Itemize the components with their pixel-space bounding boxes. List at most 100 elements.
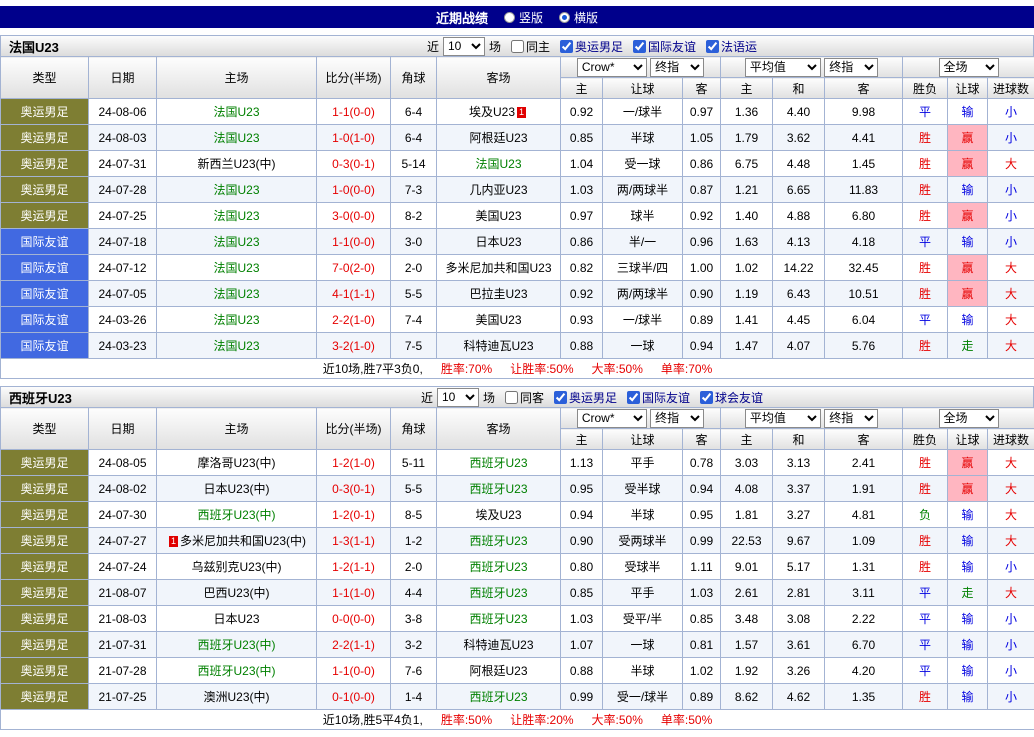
checkbox-label: 同主 xyxy=(526,38,550,55)
checkbox-input[interactable] xyxy=(554,391,567,404)
odds-handicap: 一球 xyxy=(603,632,683,658)
odds-away: 0.81 xyxy=(683,632,721,658)
red-card-badge: 1 xyxy=(517,107,526,118)
match-count-select[interactable]: 10 xyxy=(443,37,485,56)
match-date: 24-08-02 xyxy=(89,476,157,502)
home-team: 摩洛哥U23(中) xyxy=(157,450,317,476)
avg-stage-select[interactable]: 终指 xyxy=(824,409,878,428)
odds-company-select[interactable]: Crow* xyxy=(577,58,647,77)
odds-away: 0.96 xyxy=(683,229,721,255)
avg-type-select[interactable]: 平均值 xyxy=(745,409,821,428)
odds-stage-select[interactable]: 终指 xyxy=(650,409,704,428)
filter-checkbox-3[interactable]: 法语运 xyxy=(706,38,757,55)
away-team: 几内亚U23 xyxy=(437,177,561,203)
result-goals: 小 xyxy=(988,125,1034,151)
team-label: 法国U23 xyxy=(213,183,259,197)
odds-handicap: 两/两球半 xyxy=(603,177,683,203)
filter-bar: 近 10 场 同主奥运男足国际友谊法语运 xyxy=(151,37,1033,56)
odds-away: 0.87 xyxy=(683,177,721,203)
match-type: 奥运男足 xyxy=(1,125,89,151)
games-label: 场 xyxy=(489,38,501,55)
view-option-vertical[interactable]: 竖版 xyxy=(504,9,543,26)
odds-away: 0.94 xyxy=(683,333,721,359)
checkbox-input[interactable] xyxy=(700,391,713,404)
result-handicap: 赢 xyxy=(948,151,988,177)
checkbox-input[interactable] xyxy=(511,40,524,53)
corners: 2-0 xyxy=(391,554,437,580)
avg-draw: 4.07 xyxy=(773,333,825,359)
odds-group-header: Crow* 终指 xyxy=(561,408,721,429)
checkbox-input[interactable] xyxy=(560,40,573,53)
away-team: 美国U23 xyxy=(437,203,561,229)
summary-stat: 大率:50% xyxy=(592,362,643,376)
home-team: 乌兹别克U23(中) xyxy=(157,554,317,580)
avg-stage-select[interactable]: 终指 xyxy=(824,58,878,77)
odds-stage-select[interactable]: 终指 xyxy=(650,58,704,77)
result-winloss: 胜 xyxy=(903,281,948,307)
col-avg-draw: 和 xyxy=(773,429,825,450)
odds-handicap: 两/两球半 xyxy=(603,281,683,307)
scope-select[interactable]: 全场 xyxy=(939,409,999,428)
corners: 5-5 xyxy=(391,281,437,307)
result-winloss: 胜 xyxy=(903,684,948,710)
filter-checkbox-1[interactable]: 奥运男足 xyxy=(554,389,617,406)
col-score: 比分(半场) xyxy=(317,408,391,450)
filter-checkbox-3[interactable]: 球会友谊 xyxy=(700,389,763,406)
avg-home: 1.41 xyxy=(721,307,773,333)
result-goals: 小 xyxy=(988,229,1034,255)
avg-type-select[interactable]: 平均值 xyxy=(745,58,821,77)
filter-checkbox-1[interactable]: 奥运男足 xyxy=(560,38,623,55)
match-date: 24-07-30 xyxy=(89,502,157,528)
summary-stat: 单率:50% xyxy=(661,713,712,727)
odds-away: 0.78 xyxy=(683,450,721,476)
odds-company-select[interactable]: Crow* xyxy=(577,409,647,428)
result-handicap: 输 xyxy=(948,99,988,125)
score: 0-1(0-0) xyxy=(317,684,391,710)
match-row: 奥运男足21-07-28西班牙U23(中)1-1(0-0)7-6阿根廷U230.… xyxy=(1,658,1034,684)
odds-away: 0.86 xyxy=(683,151,721,177)
team-label: 西班牙U23 xyxy=(469,612,527,626)
match-count-select[interactable]: 10 xyxy=(437,388,479,407)
match-date: 24-03-26 xyxy=(89,307,157,333)
scope-select[interactable]: 全场 xyxy=(939,58,999,77)
avg-away: 1.45 xyxy=(825,151,903,177)
checkbox-input[interactable] xyxy=(633,40,646,53)
result-goals: 大 xyxy=(988,476,1034,502)
match-row: 国际友谊24-07-05法国U234-1(1-1)5-5巴拉圭U230.92两/… xyxy=(1,281,1034,307)
team-label: 埃及U23 xyxy=(469,105,515,119)
match-date: 24-03-23 xyxy=(89,333,157,359)
view-option-horizontal[interactable]: 横版 xyxy=(559,9,598,26)
avg-home: 22.53 xyxy=(721,528,773,554)
home-team: 法国U23 xyxy=(157,333,317,359)
odds-home: 0.90 xyxy=(561,528,603,554)
avg-draw: 3.61 xyxy=(773,632,825,658)
filter-checkbox-0[interactable]: 同客 xyxy=(505,389,544,406)
match-row: 国际友谊24-03-26法国U232-2(1-0)7-4美国U230.93一/球… xyxy=(1,307,1034,333)
filter-checkbox-2[interactable]: 国际友谊 xyxy=(627,389,690,406)
checkbox-input[interactable] xyxy=(505,391,518,404)
filter-checkbox-0[interactable]: 同主 xyxy=(511,38,550,55)
corners: 8-5 xyxy=(391,502,437,528)
avg-draw: 9.67 xyxy=(773,528,825,554)
checkbox-input[interactable] xyxy=(706,40,719,53)
avg-draw: 2.81 xyxy=(773,580,825,606)
result-goals: 小 xyxy=(988,177,1034,203)
checkbox-input[interactable] xyxy=(627,391,640,404)
match-type: 奥运男足 xyxy=(1,151,89,177)
avg-draw: 4.62 xyxy=(773,684,825,710)
avg-draw: 3.26 xyxy=(773,658,825,684)
odds-group-header: Crow* 终指 xyxy=(561,57,721,78)
score: 3-0(0-0) xyxy=(317,203,391,229)
section-header: 法国U23 近 10 场 同主奥运男足国际友谊法语运 xyxy=(0,35,1034,56)
odds-away: 0.99 xyxy=(683,528,721,554)
odds-away: 0.90 xyxy=(683,281,721,307)
odds-handicap: 一球 xyxy=(603,333,683,359)
result-winloss: 平 xyxy=(903,307,948,333)
match-type: 奥运男足 xyxy=(1,606,89,632)
section-header: 西班牙U23 近 10 场 同客奥运男足国际友谊球会友谊 xyxy=(0,386,1034,407)
avg-home: 8.62 xyxy=(721,684,773,710)
filter-checkbox-2[interactable]: 国际友谊 xyxy=(633,38,696,55)
result-handicap: 赢 xyxy=(948,255,988,281)
away-team: 多米尼加共和国U23 xyxy=(437,255,561,281)
avg-away: 4.81 xyxy=(825,502,903,528)
